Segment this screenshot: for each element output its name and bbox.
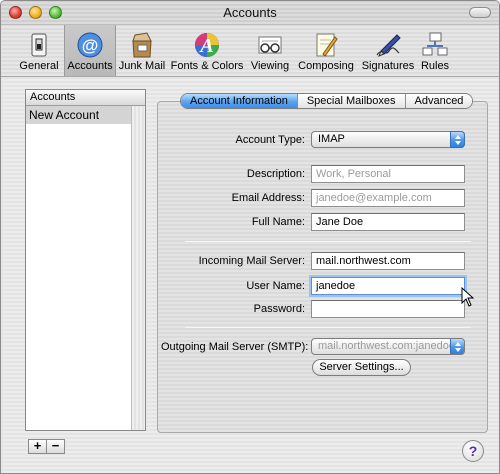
at-sign-icon: @: [75, 31, 105, 59]
toolbar-fonts-colors[interactable]: A Fonts & Colors: [169, 25, 245, 76]
tab-account-information[interactable]: Account Information: [181, 94, 298, 108]
fonts-colors-icon: A: [192, 31, 222, 59]
section-divider: [185, 241, 471, 242]
toolbar-composing-label: Composing: [298, 60, 354, 72]
account-type-value: IMAP: [318, 133, 345, 145]
accounts-list[interactable]: Accounts New Account: [25, 89, 146, 431]
account-row-new-account[interactable]: New Account: [26, 106, 145, 124]
incoming-mail-server-field[interactable]: mail.northwest.com: [311, 252, 465, 270]
add-account-button[interactable]: +: [28, 439, 47, 454]
toolbar-accounts[interactable]: @ Accounts: [64, 25, 116, 76]
full-name-label: Full Name:: [251, 216, 305, 228]
rules-envelopes-icon: [420, 31, 450, 59]
tab-special-mailboxes[interactable]: Special Mailboxes: [297, 94, 406, 108]
email-address-label: Email Address:: [231, 192, 305, 204]
help-button[interactable]: ?: [462, 440, 484, 462]
accounts-list-scrollbar[interactable]: [131, 106, 145, 430]
password-label: Password:: [253, 303, 305, 315]
account-tabs: Account Information Special Mailboxes Ad…: [180, 93, 474, 109]
viewing-glasses-icon: [255, 31, 285, 59]
toolbar-viewing[interactable]: Viewing: [247, 25, 293, 76]
user-name-label: User Name:: [246, 280, 305, 292]
svg-text:@: @: [82, 36, 99, 55]
toolbar-general[interactable]: General: [15, 25, 63, 76]
toolbar-junk-mail[interactable]: Junk Mail: [117, 25, 167, 76]
smtp-server-value: mail.northwest.com:janedoe: [318, 340, 455, 352]
password-field[interactable]: [311, 300, 465, 318]
toolbar-signatures[interactable]: Signatures: [359, 25, 417, 76]
toolbar-toggle-button[interactable]: [469, 7, 491, 18]
toolbar-composing[interactable]: Composing: [295, 25, 357, 76]
smtp-server-popup[interactable]: mail.northwest.com:janedoe: [311, 338, 465, 355]
svg-text:A: A: [198, 35, 213, 57]
accounts-list-header[interactable]: Accounts: [26, 90, 145, 106]
title-bar[interactable]: Accounts: [1, 1, 499, 25]
popup-arrows-icon: [450, 339, 464, 354]
composing-pencil-icon: [311, 31, 341, 59]
preferences-window: Accounts General @ Accounts Junk Mail A …: [0, 0, 500, 474]
window-title: Accounts: [223, 5, 277, 20]
toolbar-fonts-colors-label: Fonts & Colors: [170, 60, 244, 72]
general-switch-icon: [24, 31, 54, 59]
toolbar-general-label: General: [19, 60, 59, 72]
section-divider-smtp: [185, 327, 471, 328]
incoming-mail-server-label: Incoming Mail Server:: [198, 255, 305, 267]
smtp-server-label: Outgoing Mail Server (SMTP):: [161, 341, 309, 353]
toolbar-viewing-label: Viewing: [250, 60, 290, 72]
mouse-pointer-icon: [461, 286, 475, 310]
preferences-toolbar: General @ Accounts Junk Mail A Fonts & C…: [1, 25, 499, 77]
server-settings-button[interactable]: Server Settings...: [312, 359, 411, 376]
full-name-field[interactable]: Jane Doe: [311, 213, 465, 231]
popup-arrows-icon: [450, 131, 465, 148]
toolbar-junk-mail-label: Junk Mail: [118, 60, 166, 72]
tab-advanced[interactable]: Advanced: [405, 94, 473, 108]
account-type-popup[interactable]: IMAP: [311, 131, 465, 148]
toolbar-rules[interactable]: Rules: [417, 25, 453, 76]
user-name-field[interactable]: janedoe: [311, 277, 465, 295]
description-label: Description:: [246, 168, 305, 180]
toolbar-signatures-label: Signatures: [361, 60, 415, 72]
description-field[interactable]: Work, Personal: [311, 165, 465, 183]
email-address-field[interactable]: janedoe@example.com: [311, 189, 465, 207]
remove-account-button[interactable]: −: [46, 439, 65, 454]
junk-mail-box-icon: [127, 31, 157, 59]
toolbar-accounts-label: Accounts: [67, 60, 113, 72]
signature-pen-icon: [373, 31, 403, 59]
toolbar-rules-label: Rules: [420, 60, 450, 72]
account-type-label: Account Type:: [235, 134, 305, 146]
